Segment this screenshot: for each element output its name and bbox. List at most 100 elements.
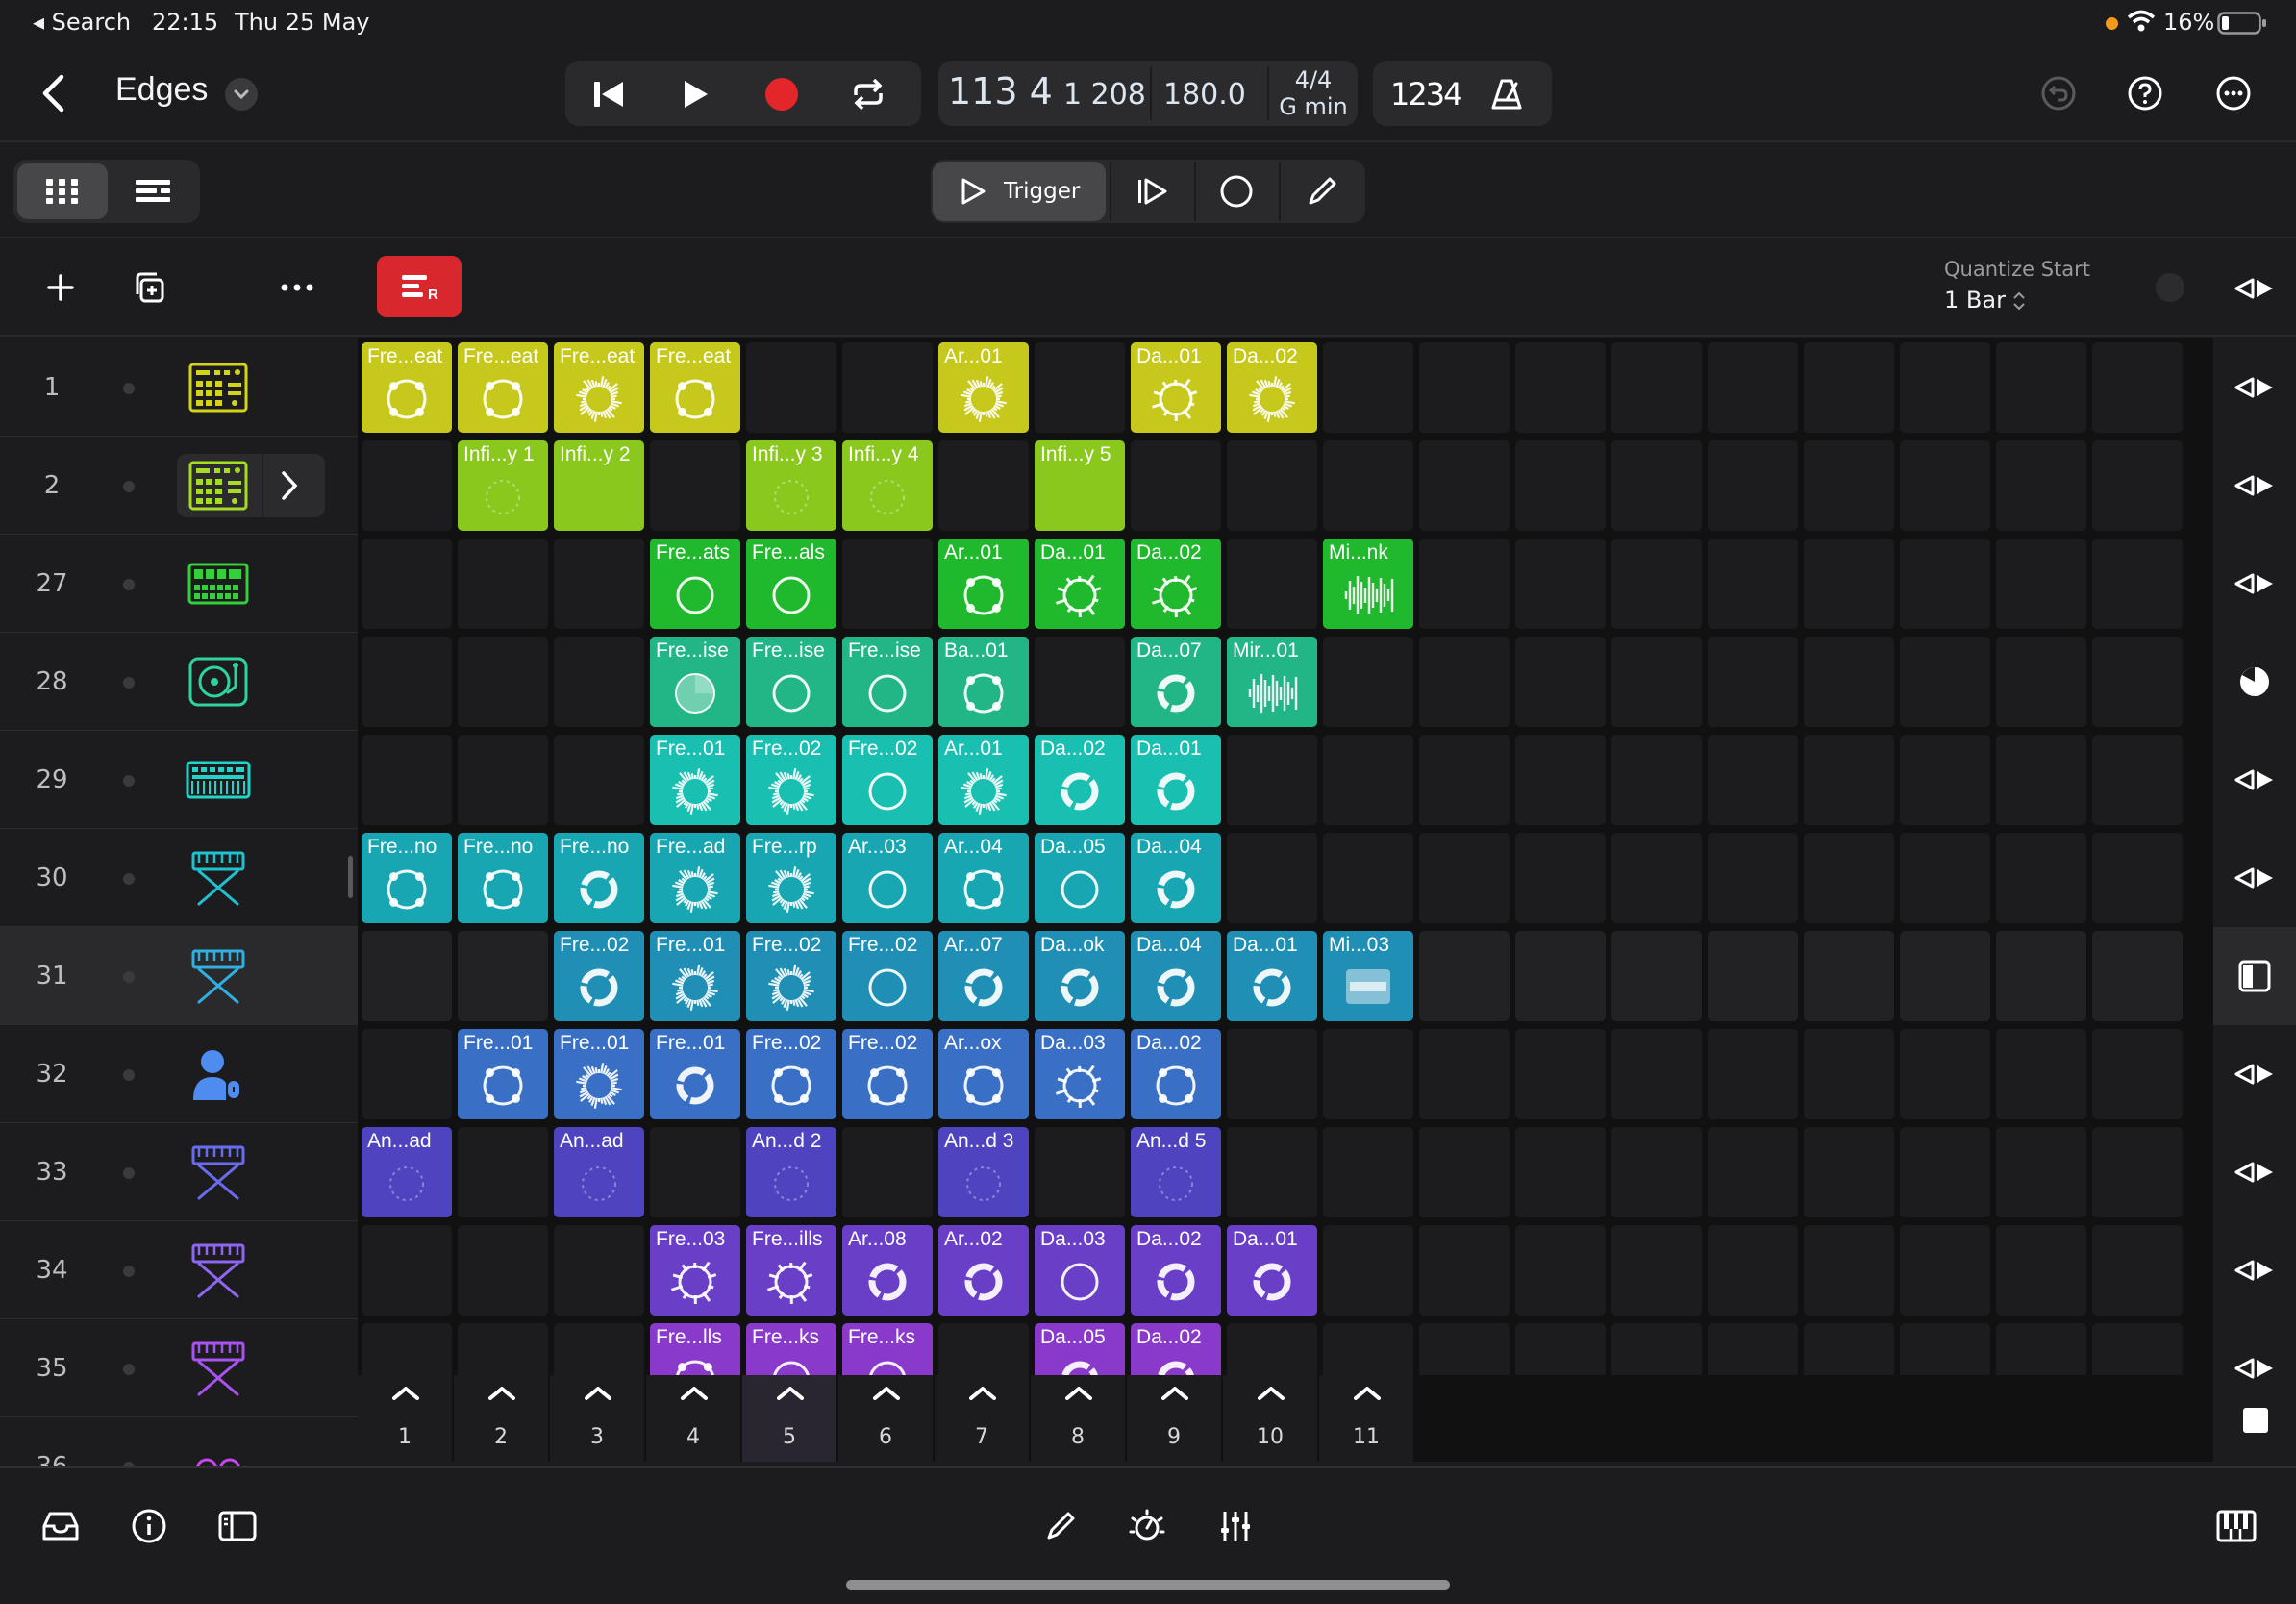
empty-cell[interactable] — [1515, 637, 1606, 727]
empty-cell[interactable] — [1708, 637, 1798, 727]
go-to-beginning-button[interactable] — [585, 70, 633, 118]
empty-cell[interactable] — [938, 1323, 1029, 1375]
loop-cell[interactable]: Fre...ise — [650, 637, 740, 727]
empty-cell[interactable] — [458, 539, 548, 629]
empty-cell[interactable] — [1323, 735, 1413, 825]
empty-cell[interactable] — [1227, 1323, 1317, 1375]
loop-cell[interactable]: Fre...01 — [650, 1029, 740, 1119]
loop-cell[interactable]: Ba...01 — [938, 637, 1029, 727]
empty-cell[interactable] — [1708, 1225, 1798, 1316]
loop-cell[interactable]: Da...ok — [1035, 931, 1125, 1021]
track-header[interactable]: 32 — [0, 1025, 358, 1123]
edit-mode-button[interactable] — [1279, 162, 1363, 221]
master-trigger-icon[interactable] — [2231, 269, 2279, 308]
track-trigger-icon[interactable] — [2213, 731, 2296, 829]
empty-cell[interactable] — [1515, 1029, 1606, 1119]
lcd-display[interactable]: 113 4 1 208 180.0 4/4 G min — [938, 61, 1358, 126]
mixer-icon[interactable] — [1210, 1500, 1261, 1552]
empty-cell[interactable] — [1804, 637, 1894, 727]
quantize-start-value[interactable]: 1 Bar — [1944, 287, 2006, 313]
empty-cell[interactable] — [1419, 539, 1510, 629]
loop-cell[interactable]: Fre...02 — [842, 931, 933, 1021]
loop-cell[interactable]: Da...05 — [1035, 833, 1125, 923]
track-trigger-icon[interactable] — [2213, 1123, 2296, 1221]
loop-cell[interactable]: Mi...nk — [1323, 539, 1413, 629]
drum-machine-icon[interactable] — [183, 460, 254, 512]
empty-cell[interactable] — [1419, 735, 1510, 825]
track-trigger-icon[interactable] — [2213, 1221, 2296, 1319]
empty-cell[interactable] — [1611, 1225, 1702, 1316]
live-loops-recording-button[interactable]: R — [377, 256, 462, 317]
empty-cell[interactable] — [1323, 1225, 1413, 1316]
smart-controls-icon[interactable] — [1121, 1500, 1173, 1552]
empty-cell[interactable] — [1708, 440, 1798, 531]
empty-cell[interactable] — [362, 637, 452, 727]
track-header[interactable]: 31 — [0, 927, 358, 1025]
loop-cell[interactable]: Da...01 — [1131, 735, 1221, 825]
loop-cell[interactable]: Fre...no — [554, 833, 644, 923]
editor-pencil-icon[interactable] — [1035, 1500, 1086, 1552]
empty-cell[interactable] — [842, 1127, 933, 1217]
empty-cell[interactable] — [650, 440, 740, 531]
keyboard-stand-icon[interactable] — [183, 949, 254, 1004]
empty-cell[interactable] — [1900, 1127, 1990, 1217]
empty-cell[interactable] — [1035, 342, 1125, 433]
sidebar-toggle-icon[interactable] — [212, 1500, 263, 1552]
empty-cell[interactable] — [1708, 735, 1798, 825]
loop-cell[interactable]: An...d 3 — [938, 1127, 1029, 1217]
loop-cell[interactable]: Fre...ills — [746, 1225, 836, 1316]
empty-cell[interactable] — [1804, 1323, 1894, 1375]
empty-cell[interactable] — [1419, 833, 1510, 923]
empty-cell[interactable] — [1996, 1225, 2086, 1316]
track-header[interactable]: 27 — [0, 535, 358, 633]
empty-cell[interactable] — [554, 1225, 644, 1316]
keyboard-stand-icon[interactable] — [183, 1341, 254, 1396]
track-header[interactable]: 35 — [0, 1319, 358, 1417]
gate-mode-button[interactable] — [1194, 162, 1277, 221]
loop-cell[interactable]: Fre...02 — [746, 931, 836, 1021]
empty-cell[interactable] — [362, 931, 452, 1021]
empty-cell[interactable] — [1996, 833, 2086, 923]
count-in-button[interactable]: 1234 — [1390, 76, 1462, 113]
loop-cell[interactable]: Ar...01 — [938, 539, 1029, 629]
scene-trigger[interactable]: 1 — [358, 1375, 454, 1462]
empty-cell[interactable] — [458, 637, 548, 727]
track-header[interactable]: 2 — [0, 437, 358, 535]
track-trigger-icon[interactable] — [2213, 829, 2296, 927]
empty-cell[interactable] — [1900, 342, 1990, 433]
empty-cell[interactable] — [1900, 637, 1990, 727]
empty-cell[interactable] — [362, 1029, 452, 1119]
empty-cell[interactable] — [554, 1323, 644, 1375]
empty-cell[interactable] — [1227, 833, 1317, 923]
track-header[interactable]: 28 — [0, 633, 358, 731]
empty-cell[interactable] — [1419, 1029, 1510, 1119]
loop-cell[interactable]: Fre...eat — [362, 342, 452, 433]
loop-cell[interactable]: Da...02 — [1131, 1029, 1221, 1119]
scene-trigger[interactable]: 9 — [1127, 1375, 1223, 1462]
empty-cell[interactable] — [1804, 342, 1894, 433]
scene-trigger[interactable]: 4 — [646, 1375, 742, 1462]
loop-cell[interactable]: Fre...ise — [746, 637, 836, 727]
empty-cell[interactable] — [1708, 1127, 1798, 1217]
empty-cell[interactable] — [1708, 1323, 1798, 1375]
loop-cell[interactable]: Infi...y 5 — [1035, 440, 1125, 531]
metronome-icon[interactable] — [1483, 70, 1531, 118]
track-header[interactable]: 30 — [0, 829, 358, 927]
empty-cell[interactable] — [1227, 539, 1317, 629]
empty-cell[interactable] — [1131, 440, 1221, 531]
track-header[interactable]: 1 — [0, 338, 358, 437]
empty-cell[interactable] — [1611, 1323, 1702, 1375]
loop-cell[interactable]: Da...01 — [1035, 539, 1125, 629]
keyboard-stand-icon[interactable] — [183, 851, 254, 906]
empty-cell[interactable] — [1323, 1323, 1413, 1375]
empty-cell[interactable] — [1515, 342, 1606, 433]
empty-cell[interactable] — [554, 539, 644, 629]
loop-cell[interactable]: Fre...02 — [746, 1029, 836, 1119]
empty-cell[interactable] — [1804, 539, 1894, 629]
empty-cell[interactable] — [1804, 735, 1894, 825]
empty-cell[interactable] — [1804, 833, 1894, 923]
loop-cell[interactable]: Da...05 — [1035, 1323, 1125, 1375]
empty-cell[interactable] — [1515, 539, 1606, 629]
empty-cell[interactable] — [1708, 342, 1798, 433]
empty-cell[interactable] — [1611, 637, 1702, 727]
